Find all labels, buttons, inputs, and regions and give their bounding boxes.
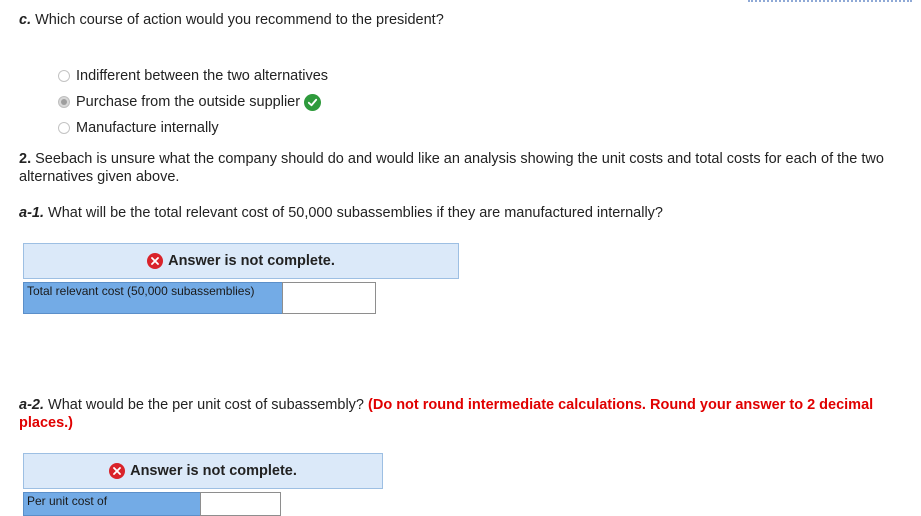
radio-button[interactable] <box>58 122 70 134</box>
answer-options: Indifferent between the two alternatives… <box>58 63 328 141</box>
question-a2-prefix: a-2. <box>19 397 44 413</box>
top-dotted-divider <box>748 0 912 2</box>
question-a2: a-2. What would be the per unit cost of … <box>19 396 901 432</box>
correct-check-icon <box>304 93 322 111</box>
question-c-text: Which course of action would you recomme… <box>35 12 444 28</box>
feedback-text: Answer is not complete. <box>130 463 297 479</box>
question-c: c. Which course of action would you reco… <box>19 11 901 29</box>
option-manufacture[interactable]: Manufacture internally <box>58 115 328 141</box>
error-x-icon <box>147 253 164 269</box>
answer-a2-input[interactable] <box>200 492 281 516</box>
option-label: Purchase from the outside supplier <box>76 94 301 110</box>
option-indifferent[interactable]: Indifferent between the two alternatives <box>58 63 328 89</box>
feedback-banner-a1: Answer is not complete. <box>23 243 459 279</box>
error-x-icon <box>109 463 126 479</box>
question-2: 2. Seebach is unsure what the company sh… <box>19 150 901 186</box>
radio-button[interactable] <box>58 70 70 82</box>
question-a1-text: What will be the total relevant cost of … <box>48 205 663 221</box>
question-a1-prefix: a-1. <box>19 205 44 221</box>
answer-a1-input[interactable] <box>282 282 376 314</box>
feedback-text: Answer is not complete. <box>168 253 335 269</box>
answer-a2-label: Per unit cost of <box>23 492 201 516</box>
answer-a1-label: Total relevant cost (50,000 subassemblie… <box>23 282 283 314</box>
question-2-prefix: 2. <box>19 151 32 167</box>
option-label: Manufacture internally <box>76 120 219 136</box>
question-c-prefix: c. <box>19 12 32 28</box>
option-purchase[interactable]: Purchase from the outside supplier <box>58 89 328 115</box>
feedback-banner-a2: Answer is not complete. <box>23 453 383 489</box>
radio-button-selected[interactable] <box>58 96 70 108</box>
question-2-text: Seebach is unsure what the company shoul… <box>19 151 884 185</box>
question-a1: a-1. What will be the total relevant cos… <box>19 204 901 222</box>
option-label: Indifferent between the two alternatives <box>76 68 329 84</box>
question-a2-text: What would be the per unit cost of subas… <box>48 397 364 413</box>
